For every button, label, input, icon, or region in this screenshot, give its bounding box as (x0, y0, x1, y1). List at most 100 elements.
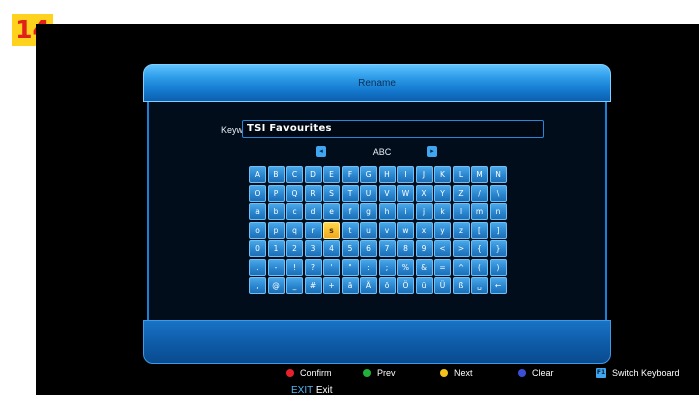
key-1-13[interactable]: \ (489, 184, 507, 202)
key-0-10[interactable]: K (434, 166, 451, 183)
key-2-1[interactable]: b (267, 203, 285, 220)
legend-clear[interactable]: Clear (518, 366, 573, 380)
key-5-1[interactable]: - (267, 258, 285, 276)
page-left-icon[interactable]: ◂ (316, 146, 326, 157)
keyword-input[interactable]: TSI Favourites (242, 120, 544, 138)
key-4-13[interactable]: } (489, 240, 507, 257)
key-4-10[interactable]: < (434, 240, 451, 257)
key-4-7[interactable]: 7 (378, 240, 396, 257)
key-0-7[interactable]: H (378, 166, 396, 183)
key-4-2[interactable]: 2 (286, 240, 303, 257)
key-6-1[interactable]: @ (267, 277, 285, 294)
key-2-4[interactable]: e (323, 203, 340, 220)
key-5-2[interactable]: ! (286, 258, 303, 276)
key-3-7[interactable]: v (378, 221, 396, 239)
key-1-5[interactable]: T (341, 184, 359, 202)
key-3-0[interactable]: o (249, 221, 266, 239)
key-3-12[interactable]: [ (471, 221, 488, 239)
key-6-9[interactable]: ü (415, 277, 433, 294)
key-4-1[interactable]: 1 (267, 240, 285, 257)
key-1-3[interactable]: R (304, 184, 322, 202)
key-2-0[interactable]: a (249, 203, 266, 220)
key-2-6[interactable]: g (360, 203, 377, 220)
exit-hint[interactable]: EXIT Exit (291, 384, 333, 395)
legend-prev[interactable]: Prev (363, 366, 413, 380)
key-2-13[interactable]: n (489, 203, 507, 220)
key-6-13[interactable]: ← (489, 277, 507, 294)
key-5-6[interactable]: : (360, 258, 377, 276)
key-6-6[interactable]: Ä (360, 277, 377, 294)
key-3-2[interactable]: q (286, 221, 303, 239)
key-0-6[interactable]: G (360, 166, 377, 183)
key-2-3[interactable]: d (304, 203, 322, 220)
key-4-9[interactable]: 9 (415, 240, 433, 257)
key-6-2[interactable]: _ (286, 277, 303, 294)
key-3-5[interactable]: t (341, 221, 359, 239)
key-4-5[interactable]: 5 (341, 240, 359, 257)
key-2-10[interactable]: k (434, 203, 451, 220)
key-6-4[interactable]: + (323, 277, 340, 294)
key-3-1[interactable]: p (267, 221, 285, 239)
key-1-4[interactable]: S (323, 184, 340, 202)
key-3-13[interactable]: ] (489, 221, 507, 239)
key-2-12[interactable]: m (471, 203, 488, 220)
key-0-13[interactable]: N (489, 166, 507, 183)
key-2-5[interactable]: f (341, 203, 359, 220)
key-4-4[interactable]: 4 (323, 240, 340, 257)
key-1-1[interactable]: P (267, 184, 285, 202)
key-5-3[interactable]: ? (304, 258, 322, 276)
key-4-12[interactable]: { (471, 240, 488, 257)
key-4-0[interactable]: 0 (249, 240, 266, 257)
key-6-7[interactable]: ö (378, 277, 396, 294)
key-6-8[interactable]: Ö (397, 277, 414, 294)
key-5-9[interactable]: & (415, 258, 433, 276)
key-1-10[interactable]: Y (434, 184, 451, 202)
key-5-4[interactable]: ' (323, 258, 340, 276)
key-1-8[interactable]: W (397, 184, 414, 202)
key-2-7[interactable]: h (378, 203, 396, 220)
key-3-6[interactable]: u (360, 221, 377, 239)
key-5-5[interactable]: " (341, 258, 359, 276)
key-0-0[interactable]: A (249, 166, 266, 183)
key-0-8[interactable]: I (397, 166, 414, 183)
legend-switch-keyboard[interactable]: F1 Switch Keyboard (596, 366, 696, 380)
key-0-1[interactable]: B (267, 166, 285, 183)
key-1-2[interactable]: Q (286, 184, 303, 202)
key-5-11[interactable]: ^ (452, 258, 470, 276)
key-1-6[interactable]: U (360, 184, 377, 202)
key-5-7[interactable]: ; (378, 258, 396, 276)
key-5-10[interactable]: = (434, 258, 451, 276)
key-0-4[interactable]: E (323, 166, 340, 183)
key-4-8[interactable]: 8 (397, 240, 414, 257)
key-3-8[interactable]: w (397, 221, 414, 239)
key-4-11[interactable]: > (452, 240, 470, 257)
key-6-5[interactable]: ä (341, 277, 359, 294)
key-1-0[interactable]: O (249, 184, 266, 202)
key-6-0[interactable]: , (249, 277, 266, 294)
key-0-2[interactable]: C (286, 166, 303, 183)
key-0-3[interactable]: D (304, 166, 322, 183)
key-6-10[interactable]: Ü (434, 277, 451, 294)
key-5-13[interactable]: ) (489, 258, 507, 276)
legend-confirm[interactable]: Confirm (286, 366, 356, 380)
key-1-7[interactable]: V (378, 184, 396, 202)
key-6-3[interactable]: # (304, 277, 322, 294)
key-3-9[interactable]: x (415, 221, 433, 239)
legend-next[interactable]: Next (440, 366, 490, 380)
key-2-8[interactable]: i (397, 203, 414, 220)
key-2-2[interactable]: c (286, 203, 303, 220)
key-5-8[interactable]: % (397, 258, 414, 276)
key-2-11[interactable]: l (452, 203, 470, 220)
key-4-6[interactable]: 6 (360, 240, 377, 257)
key-3-4[interactable]: s (323, 221, 340, 239)
key-1-11[interactable]: Z (452, 184, 470, 202)
page-right-icon[interactable]: ▸ (427, 146, 437, 157)
key-2-9[interactable]: j (415, 203, 433, 220)
key-0-9[interactable]: J (415, 166, 433, 183)
key-3-10[interactable]: y (434, 221, 451, 239)
key-0-12[interactable]: M (471, 166, 488, 183)
key-1-9[interactable]: X (415, 184, 433, 202)
key-5-12[interactable]: ( (471, 258, 488, 276)
key-3-3[interactable]: r (304, 221, 322, 239)
key-5-0[interactable]: . (249, 258, 266, 276)
